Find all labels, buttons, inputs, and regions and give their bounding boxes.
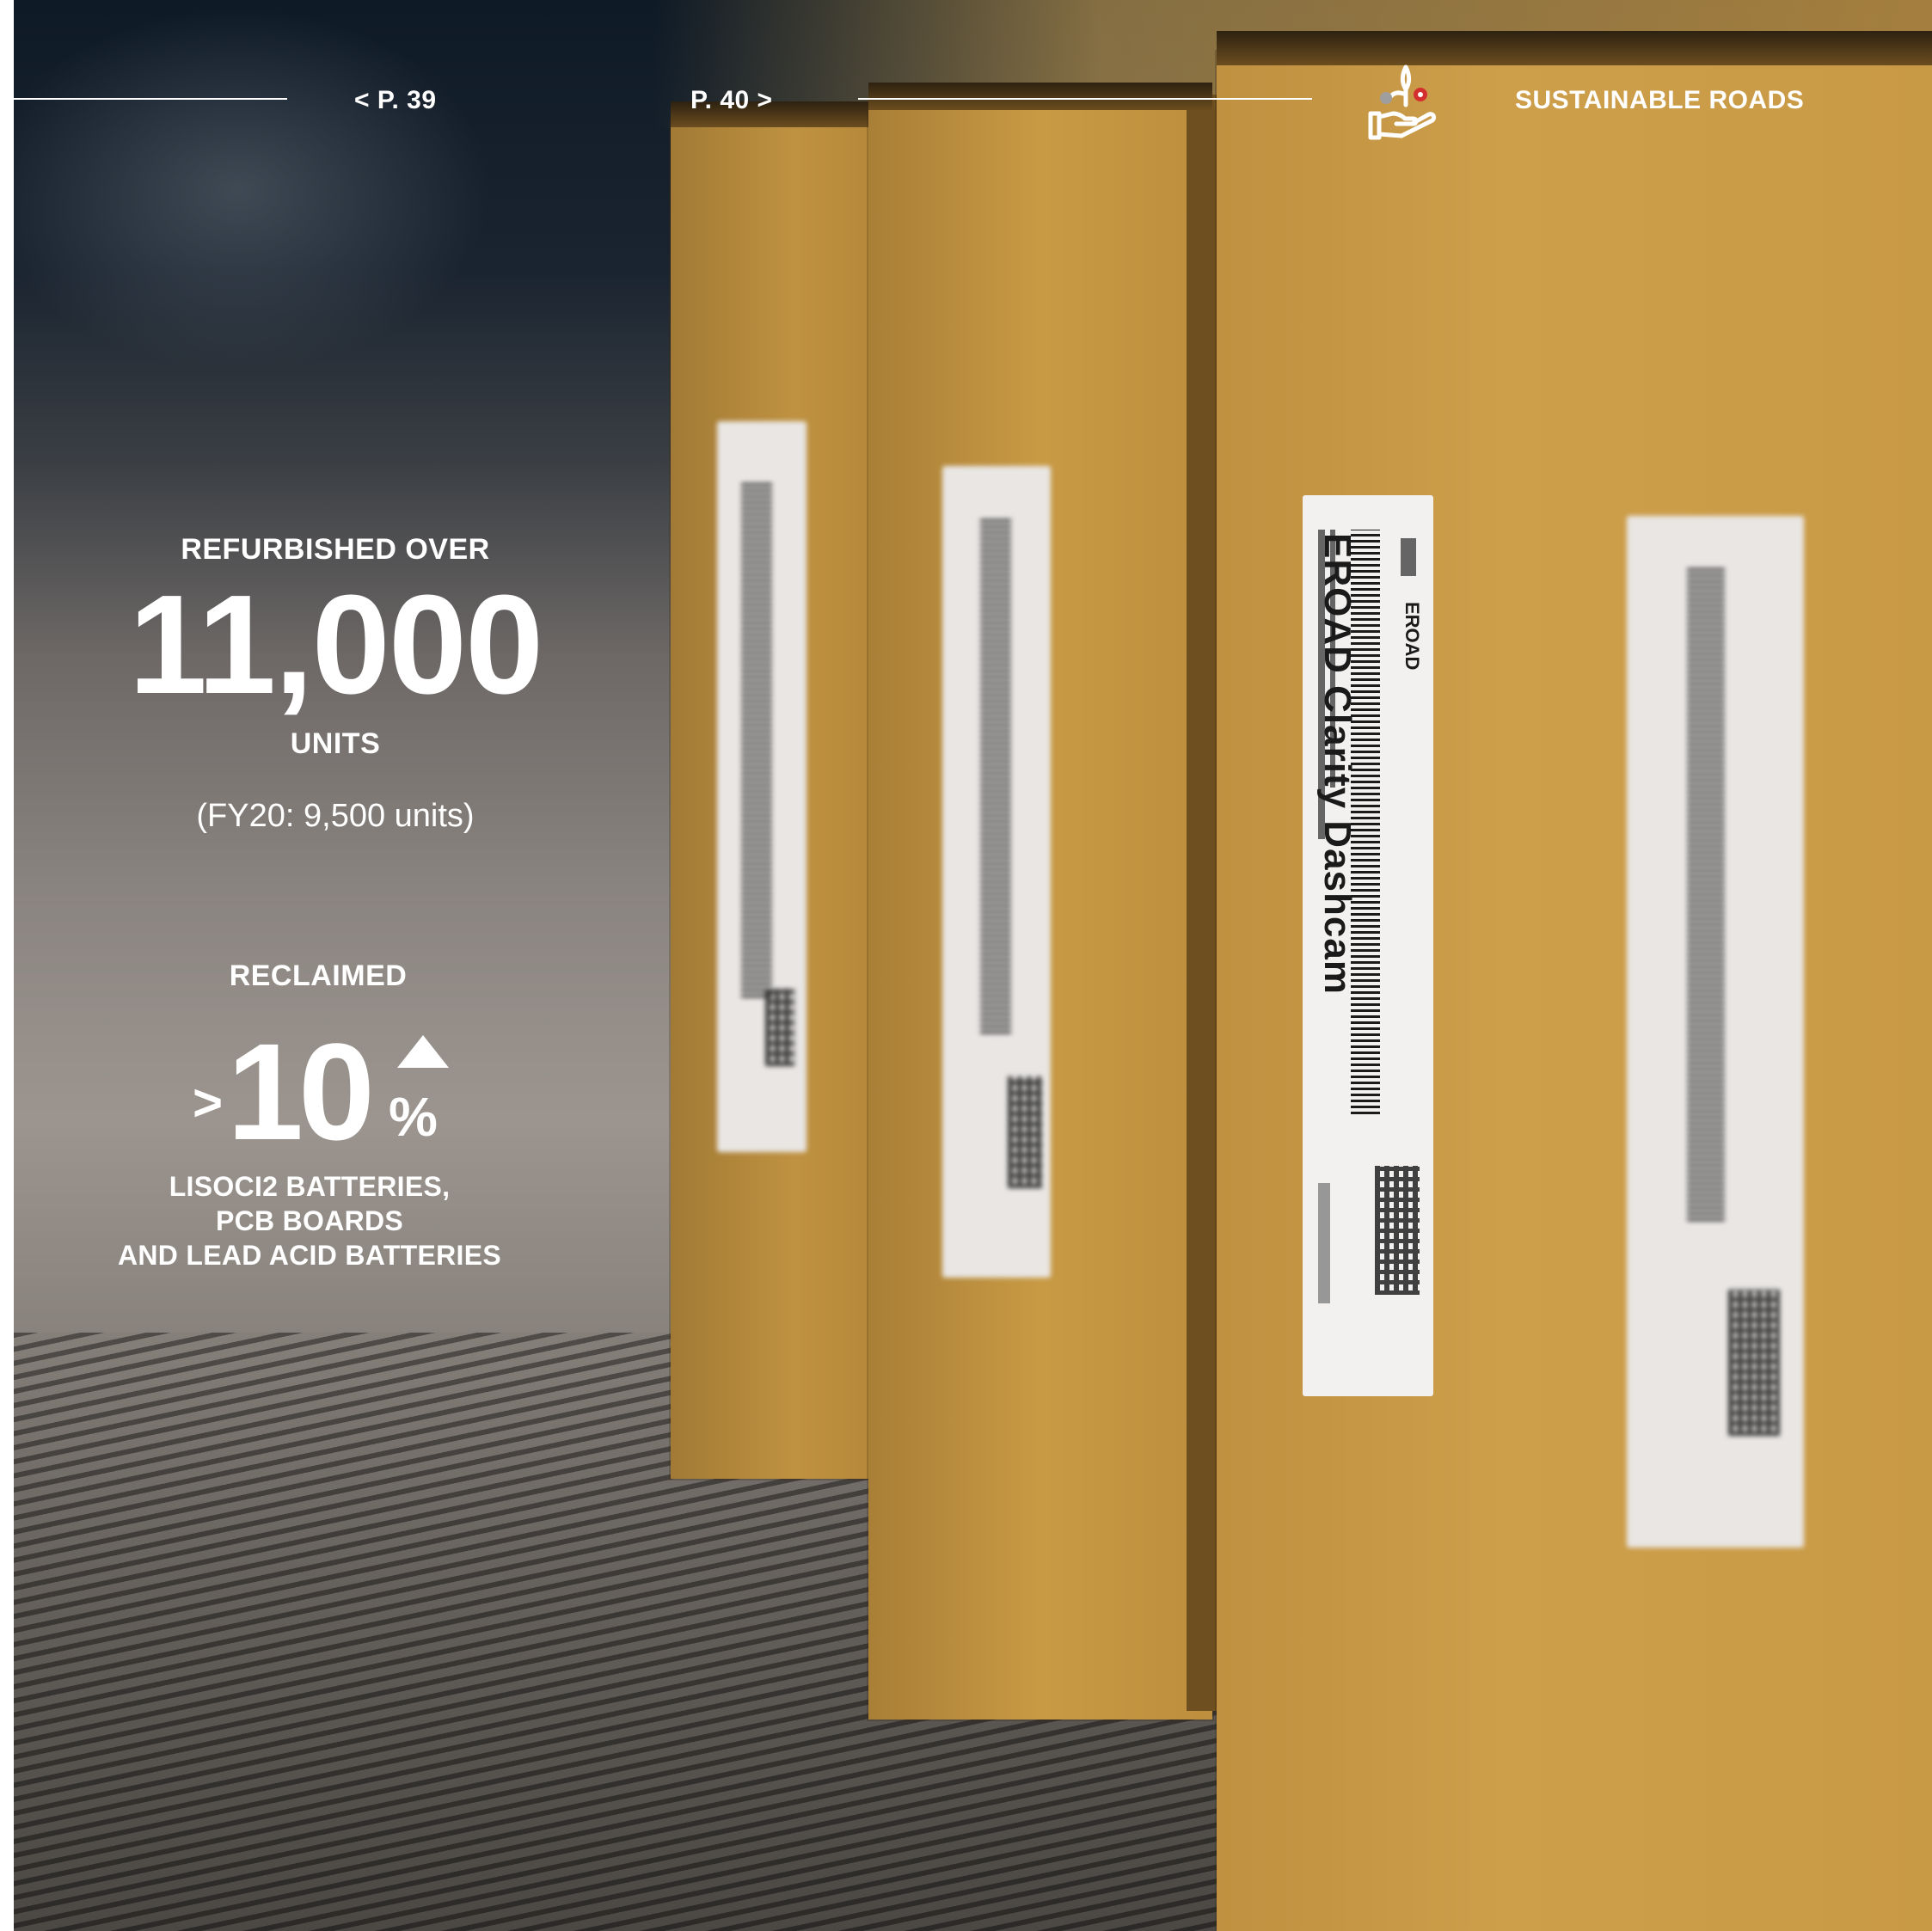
reclaimed-item: PCB BOARDS xyxy=(215,1205,404,1236)
refurbished-value: 11,000 xyxy=(128,566,544,723)
refurbished-comparison: (FY20: 9,500 units) xyxy=(196,798,475,834)
refurbished-value-block: 11,000 xyxy=(77,574,593,715)
refurbished-stat: REFURBISHED OVER xyxy=(77,533,593,567)
percent-sign: % xyxy=(389,1086,438,1148)
page: EROAD Clarity Dashcam EROAD < P. 39 P. 4… xyxy=(0,0,1932,1931)
reclaimed-percentage: > 10 % xyxy=(189,1023,449,1161)
reclaimed-label: RECLAIMED xyxy=(229,959,408,992)
greater-than-sign: > xyxy=(193,1074,224,1131)
page-edge xyxy=(0,0,14,1931)
hand-plant-gear-icon xyxy=(1368,64,1437,140)
box-top-edge xyxy=(868,83,1212,110)
box-top-edge xyxy=(1217,31,1932,65)
reclaimed-items: LISOCI2 BATTERIES, PCB BOARDS AND LEAD A… xyxy=(52,1169,567,1272)
reclaimed-item: AND LEAD ACID BATTERIES xyxy=(117,1240,501,1271)
section-title: SUSTAINABLE ROADS xyxy=(1515,86,1805,114)
box-label-far xyxy=(717,421,807,1152)
header-rule-left xyxy=(14,98,287,100)
box-label-product-text: EROAD Clarity Dashcam xyxy=(1316,533,1359,995)
box-label-near xyxy=(1627,516,1804,1548)
refurbished-unit-block: UNITS xyxy=(77,727,593,761)
reclaimed-value: 10 xyxy=(227,1015,375,1168)
refurbished-label: REFURBISHED OVER xyxy=(181,533,490,566)
next-page-link[interactable]: P. 40 > xyxy=(690,86,773,115)
box-edge-shadow xyxy=(1187,95,1221,1711)
reclaimed-label-block: RECLAIMED xyxy=(60,959,576,993)
up-triangle-icon xyxy=(397,1035,449,1068)
box-label-middle xyxy=(942,466,1051,1278)
box-label-brand-text: EROAD xyxy=(1401,602,1423,671)
refurbished-comparison-block: (FY20: 9,500 units) xyxy=(77,798,593,835)
header-rule-right xyxy=(858,98,1312,100)
refurbished-unit: UNITS xyxy=(290,727,381,760)
reclaimed-item: LISOCI2 BATTERIES, xyxy=(169,1171,451,1202)
prev-page-link[interactable]: < P. 39 xyxy=(354,86,437,115)
